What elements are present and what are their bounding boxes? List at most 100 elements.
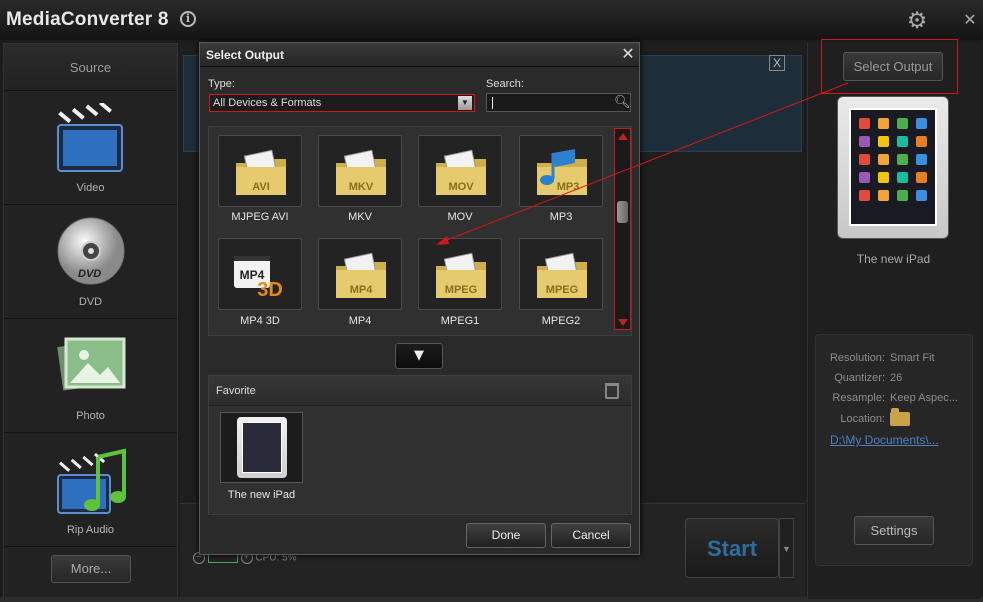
svg-text:MPEG: MPEG — [546, 284, 578, 296]
folder-mov-icon: MOV — [436, 149, 486, 195]
sidebar-item-rip-audio[interactable]: Rip Audio — [4, 433, 177, 547]
format-label: MPEG1 — [440, 315, 480, 327]
format-scrollbar[interactable] — [614, 128, 631, 330]
favorite-title: Favorite — [216, 385, 256, 397]
property-key: Resample: — [832, 392, 885, 404]
type-select-value: All Devices & Formats — [213, 97, 322, 109]
app-tile-icon — [897, 190, 908, 201]
format-label: MOV — [447, 211, 473, 223]
scroll-down-icon[interactable] — [618, 319, 628, 326]
text-caret — [492, 97, 493, 109]
svg-text:MOV: MOV — [448, 181, 474, 193]
gear-icon[interactable]: ⚙ — [905, 9, 929, 33]
device-name: The new iPad — [856, 252, 931, 266]
location-link[interactable]: D:\My Documents\... — [830, 433, 950, 447]
app-tile-icon — [916, 118, 927, 129]
app-tile-icon — [897, 154, 908, 165]
folder-icon[interactable] — [890, 408, 910, 426]
app-grid-icon — [859, 118, 927, 201]
device-thumbnail[interactable] — [837, 96, 949, 239]
chevron-down-icon[interactable]: ▼ — [458, 96, 472, 110]
app-tile-icon — [916, 154, 927, 165]
scroll-thumb[interactable] — [617, 201, 628, 223]
done-button[interactable]: Done — [466, 523, 546, 548]
dvd-disc-icon: DVD — [57, 217, 125, 285]
app-tile-icon — [878, 172, 889, 183]
type-select[interactable]: All Devices & Formats ▼ — [209, 94, 475, 112]
folder-mp3-icon: MP3 — [537, 149, 587, 195]
sidebar-item-label: Video — [76, 182, 105, 194]
search-label: Search: — [486, 78, 524, 90]
format-label: MJPEG AVI — [231, 211, 289, 223]
format-label: MKV — [348, 211, 372, 223]
mp4-3d-icon: MP4 3D — [234, 256, 283, 300]
app-tile-icon — [897, 172, 908, 183]
app-tile-icon — [916, 136, 927, 147]
search-input[interactable]: 🔍︎ — [486, 93, 631, 112]
folder-mpeg1-icon: MPEG — [436, 252, 486, 298]
format-tile[interactable]: MP3 — [519, 135, 603, 207]
app-tile-icon — [859, 172, 870, 183]
format-label: MP4 3D — [240, 315, 280, 327]
clear-list-button[interactable]: X — [769, 55, 785, 71]
property-key: Quantizer: — [834, 372, 885, 384]
app-tile-icon — [878, 136, 889, 147]
sidebar-item-label: Photo — [76, 410, 105, 422]
app-tile-icon — [897, 136, 908, 147]
trash-icon[interactable] — [605, 383, 619, 399]
format-label: MPEG2 — [541, 315, 581, 327]
more-button[interactable]: More... — [51, 555, 131, 583]
start-dropdown-button[interactable]: ▼ — [779, 518, 794, 578]
format-tile[interactable]: MOV — [418, 135, 502, 207]
title-bar: MediaConverter 8 i ⚙ ✕ — [0, 0, 983, 40]
property-resolution: Resolution: Smart Fit — [828, 352, 935, 364]
property-key: Location: — [840, 412, 885, 425]
ipad-icon — [237, 417, 287, 478]
info-icon[interactable]: i — [180, 11, 196, 27]
app-tile-icon — [916, 190, 927, 201]
property-quantizer: Quantizer: 26 — [828, 372, 902, 384]
property-value: Smart Fit — [890, 352, 935, 364]
svg-text:AVI: AVI — [252, 181, 270, 193]
format-tile[interactable]: MPEG — [418, 238, 502, 310]
sidebar-item-video[interactable]: Video — [4, 91, 177, 205]
sidebar-item-label: DVD — [78, 296, 103, 308]
close-icon[interactable]: ✕ — [620, 46, 636, 62]
format-tile[interactable]: AVI — [218, 135, 302, 207]
app-title: MediaConverter 8 — [6, 9, 169, 30]
app-tile-icon — [878, 190, 889, 201]
svg-text:MPEG: MPEG — [445, 284, 477, 296]
clapperboard-icon — [55, 103, 123, 172]
sidebar-item-dvd[interactable]: DVD DVD — [4, 205, 177, 319]
format-tile[interactable]: MKV — [318, 135, 402, 207]
format-tile[interactable]: MPEG — [519, 238, 603, 310]
format-label: MP3 — [549, 211, 573, 223]
scroll-up-icon[interactable] — [618, 133, 628, 140]
svg-text:MP4: MP4 — [350, 284, 374, 296]
format-tile[interactable]: MP4 — [318, 238, 402, 310]
settings-button[interactable]: Settings — [854, 516, 934, 545]
sidebar-item-photo[interactable]: Photo — [4, 319, 177, 433]
format-tile[interactable]: MP4 3D — [218, 238, 302, 310]
ipad-screen — [849, 108, 937, 226]
expand-more-button[interactable]: ▼ — [395, 343, 443, 369]
music-clapperboard-icon — [56, 448, 126, 514]
app-tile-icon — [878, 154, 889, 165]
close-icon[interactable]: ✕ — [962, 10, 978, 29]
annotation-highlight-box — [821, 39, 958, 94]
app-tile-icon — [859, 118, 870, 129]
property-location: Location: — [828, 408, 910, 426]
svg-text:MP3: MP3 — [557, 181, 580, 193]
property-resample: Resample: Keep Aspec... — [828, 392, 957, 404]
favorite-tile[interactable] — [220, 412, 303, 483]
start-button[interactable]: Start — [685, 518, 779, 578]
photo-icon — [57, 337, 126, 391]
sidebar-header: Source — [4, 44, 177, 91]
folder-mp4-icon: MP4 — [336, 252, 386, 298]
search-icon[interactable]: 🔍︎ — [614, 95, 631, 111]
app-tile-icon — [916, 172, 927, 183]
favorite-label: The new iPad — [227, 489, 296, 501]
cancel-button[interactable]: Cancel — [551, 523, 631, 548]
app-tile-icon — [897, 118, 908, 129]
format-label: MP4 — [348, 315, 372, 327]
